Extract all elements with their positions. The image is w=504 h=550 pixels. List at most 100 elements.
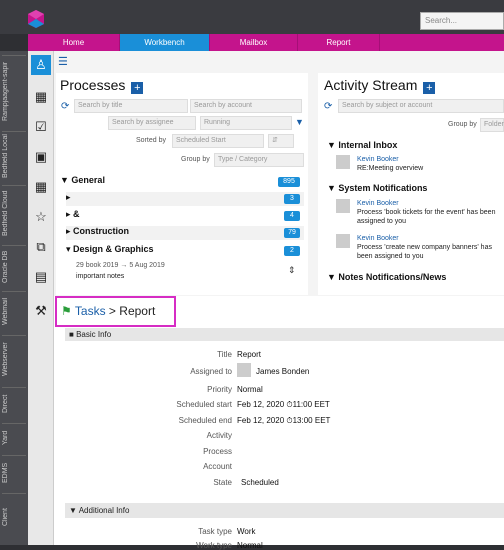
left-tab-6[interactable]: Direct [2,387,26,419]
field-value: Feb 12, 2020 ⏱11:00 EET [237,400,330,409]
field-label: State [213,478,232,487]
group-by-select[interactable]: Type / Category [214,153,304,167]
group-row-construction[interactable]: ▸ Construction 79 [66,226,304,240]
expand-toggle-icon[interactable]: ⇕ [288,265,296,276]
field-label: Title [217,350,232,359]
field-value: Scheduled [241,478,279,487]
add-box-icon[interactable]: ▣ [31,147,51,167]
breadcrumb: ⚑ Tasks > Report [55,296,176,327]
activity-author[interactable]: Kevin Booker [357,199,503,208]
flag-icon: ⚑ [61,304,72,318]
calendar-icon[interactable]: ▦ [31,87,51,107]
tab-workbench[interactable]: Workbench [120,34,210,51]
avatar [336,155,350,169]
section-notes-news[interactable]: ▼ Notes Notifications/News [327,272,446,282]
field-label: Process [203,447,232,456]
left-tab-4[interactable]: Webmail [2,291,26,331]
sort-direction-select[interactable]: ⇵ [268,134,294,148]
filter-icon[interactable]: ▼ [295,117,304,127]
field-label: Activity [206,431,232,440]
avatar [336,199,350,213]
star-icon[interactable]: ☆ [31,207,51,227]
search-title-input[interactable]: Search by title [74,99,188,113]
additional-info-header[interactable]: ▼ Additional Info [65,503,504,518]
breadcrumb-separator: > [108,304,116,318]
activity-text: Process 'book tickets for the event' has… [357,209,496,225]
connection-tabs: Rampjaagent-sapir Bedfield Local Bedfiel… [0,51,28,545]
activity-title: Activity Stream [324,77,418,93]
field-label: Task type [198,527,232,536]
refresh-icon[interactable]: ⟳ [61,101,69,112]
activity-author[interactable]: Kevin Booker [357,234,503,243]
left-tab-0[interactable]: Rampjaagent-sapir [2,55,26,127]
avatar [336,234,350,248]
group-name: & [73,209,80,219]
activity-group-by-select[interactable]: Folder [480,118,504,132]
field-value: Report [237,350,262,359]
activity-group-by-label: Group by [448,121,477,128]
tab-home[interactable]: Home [28,34,120,51]
field-label: Priority [207,385,232,394]
people-icon[interactable]: ♙ [31,55,51,75]
tab-mailbox[interactable]: Mailbox [210,34,298,51]
activity-search-input[interactable]: Search by subject or account [338,99,504,113]
app-logo-icon[interactable] [26,9,46,29]
global-search-input[interactable]: Search... [420,12,504,30]
export-icon[interactable]: ⧉ [31,237,51,257]
section-system-notifications[interactable]: ▼ System Notifications [327,183,427,193]
tools-icon[interactable]: ⚒ [31,301,51,321]
group-count: 4 [284,211,300,221]
breadcrumb-tasks-link[interactable]: Tasks [75,304,106,318]
activity-author[interactable]: Kevin Booker [357,155,503,164]
field-value: Feb 12, 2020 ⏱13:00 EET [237,416,331,425]
top-bar: Search... [0,0,504,34]
group-row-ampersand[interactable]: ▸ & 4 [66,209,304,223]
hamburger-menu-icon[interactable]: ☰ [58,55,68,68]
basic-info-header[interactable]: ■ Basic Info [65,328,504,341]
left-tab-1[interactable]: Bedfield Local [2,131,26,181]
activity-item-0[interactable]: Kevin Booker RE:Meeting overview [357,155,503,173]
field-label: Work type [196,541,232,550]
activity-text: RE:Meeting overview [357,165,424,172]
process-item-dates: 29 book 2019 → 5 Aug 2019 [76,262,165,269]
process-item-title[interactable]: important notes [76,273,124,280]
group-row-unnamed[interactable]: ▸ 3 [66,192,304,206]
main-nav: Home Workbench Mailbox Report [28,34,504,51]
sort-select[interactable]: Scheduled Start [172,134,264,148]
group-count: 3 [284,194,300,204]
status-select[interactable]: Running [200,116,292,130]
assignee-name[interactable]: James Bonden [256,367,309,376]
activity-refresh-icon[interactable]: ⟳ [324,101,332,112]
assignee-avatar [237,363,251,377]
search-account-input[interactable]: Search by account [190,99,302,113]
section-label: Notes Notifications/News [338,272,447,282]
left-tab-5[interactable]: Webserver [2,335,26,383]
section-label: Internal Inbox [338,140,398,150]
activity-item-1[interactable]: Kevin Booker Process 'book tickets for th… [357,199,503,226]
field-value: Normal [237,541,263,550]
assignee-select[interactable]: Search by assignee [108,116,196,130]
activity-text: Process 'create new company banners' has… [357,244,492,260]
additional-info-title: Additional Info [78,506,130,515]
tab-report[interactable]: Report [298,34,380,51]
activity-item-2[interactable]: Kevin Booker Process 'create new company … [357,234,503,261]
checklist-icon[interactable]: ☑ [31,117,51,137]
left-tab-8[interactable]: EDMS [2,455,26,489]
left-tab-7[interactable]: Yard [2,423,26,451]
section-internal-inbox[interactable]: ▼ Internal Inbox [327,140,397,150]
field-label: Scheduled start [176,400,232,409]
group-row-design[interactable]: ▾ Design & Graphics 2 [66,244,304,258]
section-label: System Notifications [338,183,428,193]
chart-icon[interactable]: ▤ [31,267,51,287]
left-tab-3[interactable]: Oracle DB [2,245,26,287]
field-value: Normal [237,385,263,394]
basic-info-title: Basic Info [76,330,112,339]
left-tab-9[interactable]: Client [2,493,26,541]
add-process-icon[interactable]: + [131,81,144,94]
group-count: 895 [278,177,300,187]
dashboard-icon[interactable]: ▦ [31,177,51,197]
left-tab-2[interactable]: Bedfield Cloud [2,185,26,241]
group-row-general[interactable]: ▼ General 895 [60,175,304,189]
processes-title: Processes [60,77,126,93]
add-activity-icon[interactable]: + [423,81,436,94]
